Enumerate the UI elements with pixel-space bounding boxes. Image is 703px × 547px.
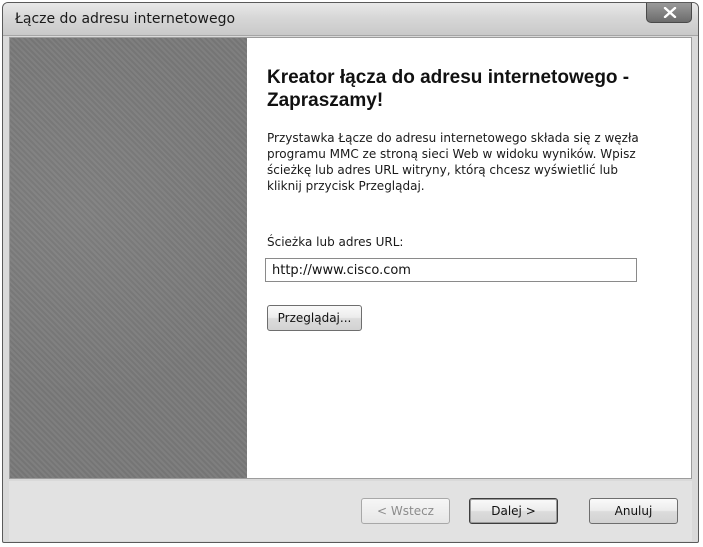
wizard-window: Łącze do adresu internetowego Kreator łą… xyxy=(2,2,699,543)
wizard-body: Kreator łącza do adresu internetowego - … xyxy=(9,37,692,479)
back-button[interactable]: < Wstecz xyxy=(361,498,450,524)
wizard-side-banner xyxy=(10,38,247,478)
page-title: Kreator łącza do adresu internetowego - … xyxy=(267,67,630,111)
url-field-label: Ścieżka lub adres URL: xyxy=(267,235,404,249)
url-input[interactable] xyxy=(265,258,637,282)
wizard-content: Kreator łącza do adresu internetowego - … xyxy=(247,38,691,478)
next-button[interactable]: Dalej > xyxy=(469,498,558,524)
title-bar[interactable]: Łącze do adresu internetowego xyxy=(3,3,698,36)
wizard-description: Przystawka Łącze do adresu internetowego… xyxy=(267,131,639,193)
cancel-button[interactable]: Anuluj xyxy=(589,498,678,524)
close-icon xyxy=(663,7,677,18)
wizard-footer: < Wstecz Dalej > Anuluj xyxy=(9,481,692,541)
browse-button[interactable]: Przeglądaj... xyxy=(267,305,362,331)
close-button[interactable] xyxy=(646,3,692,23)
window-title: Łącze do adresu internetowego xyxy=(15,11,236,27)
